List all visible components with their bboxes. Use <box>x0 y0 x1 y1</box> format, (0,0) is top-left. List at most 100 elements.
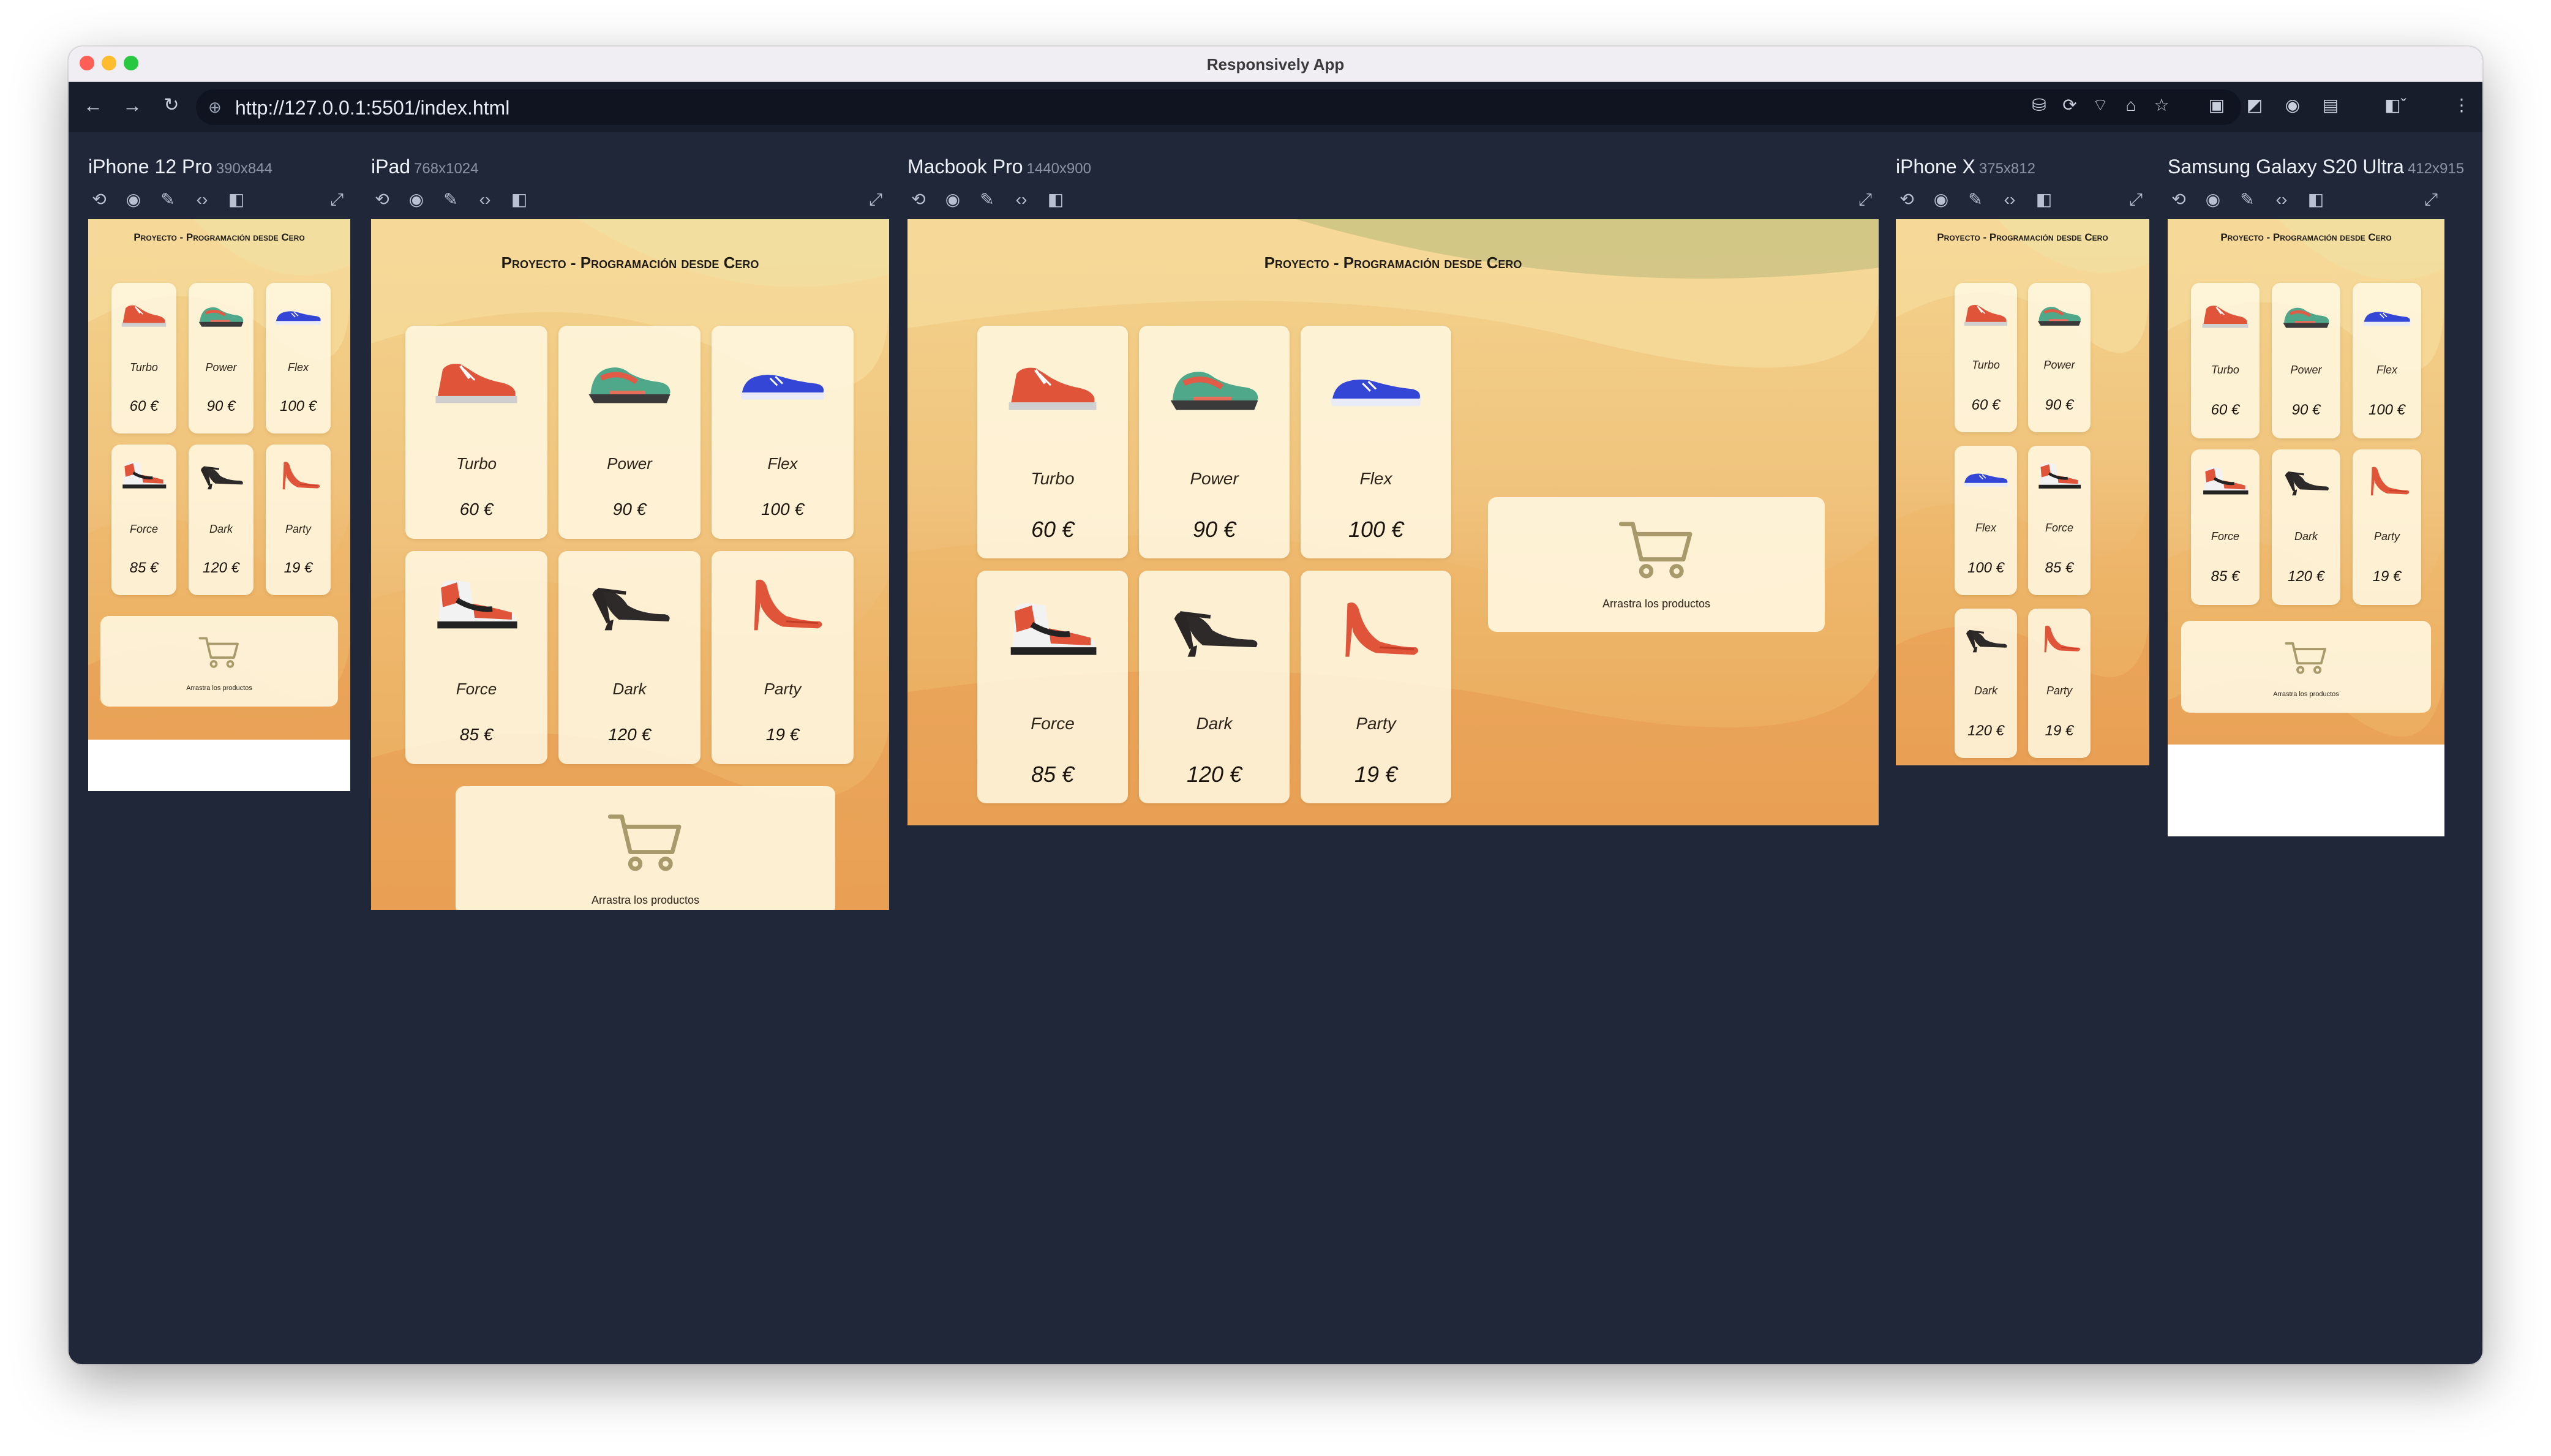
product-card-turbo[interactable]: Turbo 60 € <box>977 326 1128 558</box>
product-name: Force <box>129 523 158 535</box>
app-window: Responsively App ← → ↻ ⊕ http://127.0.0.… <box>69 47 2482 1364</box>
device-viewport: Proyecto - Programación desde Cero Turbo 6… <box>907 219 1879 825</box>
product-card-dark[interactable]: Dark 120 € <box>189 445 254 595</box>
device-name: Samsung Galaxy S20 Ultra <box>2168 156 2404 178</box>
product-name: Turbo <box>130 361 158 373</box>
blue-sneaker-icon <box>712 343 854 410</box>
dock-icon[interactable]: ◧ <box>1045 189 1067 211</box>
product-card-flex[interactable]: Flex 100 € <box>1955 446 2017 595</box>
blue-sneaker-icon <box>266 294 331 331</box>
product-name: Force <box>1031 714 1075 733</box>
product-card-turbo[interactable]: Turbo 60 € <box>111 283 176 433</box>
red-sneaker-icon <box>405 343 547 410</box>
fullscreen-icon[interactable]: ⤢ <box>2420 189 2442 211</box>
dock-icon[interactable]: ◧ <box>2305 189 2327 211</box>
code-icon[interactable]: ‹› <box>2271 189 2293 211</box>
product-card-party[interactable]: Party 19 € <box>2353 449 2421 605</box>
product-card-party[interactable]: Party 19 € <box>712 551 854 764</box>
device-viewport: Proyecto - Programación desde Cero Turbo 6… <box>2168 219 2444 836</box>
product-name: Turbo <box>1031 469 1075 488</box>
product-card-power[interactable]: Power 90 € <box>2028 283 2091 432</box>
product-card-dark[interactable]: Dark 120 € <box>2272 449 2340 605</box>
fullscreen-icon[interactable]: ⤢ <box>1854 189 1876 211</box>
device-viewport: Proyecto - Programación desde Cero Turbo 6… <box>88 219 350 791</box>
product-card-party[interactable]: Party 19 € <box>2028 609 2091 758</box>
cart-drop-zone[interactable]: Arrastra los productos <box>100 616 338 707</box>
cart-drop-zone[interactable]: Arrastra los productos <box>2181 621 2431 713</box>
product-name: Force <box>456 680 497 698</box>
device-panel-1: iPhone 12 Pro 390x844 ⟲ ◉ ✎ ‹› ◧ ⤢ Proyecto - Pr… <box>88 47 350 1363</box>
product-card-power[interactable]: Power 90 € <box>558 326 701 539</box>
device-header: Macbook Pro 1440x900 <box>907 156 1091 178</box>
product-name: Power <box>2043 359 2075 371</box>
product-price: 100 € <box>1348 517 1404 542</box>
screenshot-icon[interactable]: ◉ <box>122 189 145 211</box>
screenshot-icon[interactable]: ◉ <box>405 189 427 211</box>
more-menu-icon[interactable]: ⋮ <box>2451 94 2473 116</box>
product-card-power[interactable]: Power 90 € <box>189 283 254 433</box>
product-card-turbo[interactable]: Turbo 60 € <box>1955 283 2017 432</box>
product-card-force[interactable]: Force 85 € <box>2191 449 2260 605</box>
page-title: Proyecto - Programación desde Cero <box>2220 231 2392 243</box>
red-sneaker-icon <box>977 345 1128 418</box>
screenshot-icon[interactable]: ◉ <box>1930 189 1952 211</box>
product-card-turbo[interactable]: Turbo 60 € <box>2191 283 2260 438</box>
inspect-icon[interactable]: ✎ <box>157 189 179 211</box>
product-card-dark[interactable]: Dark 120 € <box>1955 609 2017 758</box>
code-icon[interactable]: ‹› <box>191 189 213 211</box>
product-card-power[interactable]: Power 90 € <box>1139 326 1290 558</box>
screenshot-icon[interactable]: ◉ <box>942 189 964 211</box>
product-card-force[interactable]: Force 85 € <box>405 551 547 764</box>
product-card-party[interactable]: Party 19 € <box>1301 571 1451 803</box>
product-price: 120 € <box>2287 568 2325 585</box>
black-heel-icon <box>189 456 254 492</box>
blue-sneaker-icon <box>1301 345 1451 418</box>
product-card-force[interactable]: Force 85 € <box>2028 446 2091 595</box>
product-card-power[interactable]: Power 90 € <box>2272 283 2340 438</box>
product-card-turbo[interactable]: Turbo 60 € <box>405 326 547 539</box>
high-top-sneaker-icon <box>2028 457 2091 492</box>
product-card-flex[interactable]: Flex 100 € <box>1301 326 1451 558</box>
red-stiletto-icon <box>266 456 331 492</box>
product-name: Flex <box>1975 522 1996 534</box>
product-name: Flex <box>767 454 798 473</box>
rotate-icon[interactable]: ⟲ <box>907 189 930 211</box>
rotate-icon[interactable]: ⟲ <box>88 189 110 211</box>
inspect-icon[interactable]: ✎ <box>440 189 462 211</box>
rotate-icon[interactable]: ⟲ <box>1896 189 1918 211</box>
product-price: 60 € <box>1971 397 2001 413</box>
product-price: 60 € <box>1031 517 1075 542</box>
code-icon[interactable]: ‹› <box>474 189 496 211</box>
dock-icon[interactable]: ◧ <box>2033 189 2055 211</box>
product-card-force[interactable]: Force 85 € <box>111 445 176 595</box>
cart-drop-zone[interactable]: Arrastra los productos <box>456 786 835 910</box>
high-top-sneaker-icon <box>977 590 1128 662</box>
product-card-dark[interactable]: Dark 120 € <box>558 551 701 764</box>
code-icon[interactable]: ‹› <box>1999 189 2021 211</box>
device-header: Samsung Galaxy S20 Ultra 412x915 <box>2168 156 2464 178</box>
red-sneaker-icon <box>111 294 176 331</box>
device-panel-4: iPhone X 375x812 ⟲ ◉ ✎ ‹› ◧ ⤢ Proyecto - Program… <box>1896 47 2149 1363</box>
product-price: 19 € <box>2045 722 2074 739</box>
product-card-flex[interactable]: Flex 100 € <box>712 326 854 539</box>
product-price: 19 € <box>1354 762 1398 787</box>
dock-icon[interactable]: ◧ <box>508 189 530 211</box>
product-card-flex[interactable]: Flex 100 € <box>266 283 331 433</box>
dock-icon[interactable]: ◧ <box>225 189 247 211</box>
fullscreen-icon[interactable]: ⤢ <box>326 189 348 211</box>
product-card-force[interactable]: Force 85 € <box>977 571 1128 803</box>
rotate-icon[interactable]: ⟲ <box>371 189 393 211</box>
inspect-icon[interactable]: ✎ <box>2236 189 2258 211</box>
cart-drop-zone[interactable]: Arrastra los productos <box>1488 497 1825 632</box>
fullscreen-icon[interactable]: ⤢ <box>865 189 887 211</box>
screenshot-icon[interactable]: ◉ <box>2202 189 2224 211</box>
product-name: Turbo <box>1972 359 2000 371</box>
inspect-icon[interactable]: ✎ <box>1964 189 1986 211</box>
fullscreen-icon[interactable]: ⤢ <box>2125 189 2147 211</box>
product-card-flex[interactable]: Flex 100 € <box>2353 283 2421 438</box>
inspect-icon[interactable]: ✎ <box>976 189 998 211</box>
product-card-party[interactable]: Party 19 € <box>266 445 331 595</box>
rotate-icon[interactable]: ⟲ <box>2168 189 2190 211</box>
product-card-dark[interactable]: Dark 120 € <box>1139 571 1290 803</box>
code-icon[interactable]: ‹› <box>1010 189 1032 211</box>
